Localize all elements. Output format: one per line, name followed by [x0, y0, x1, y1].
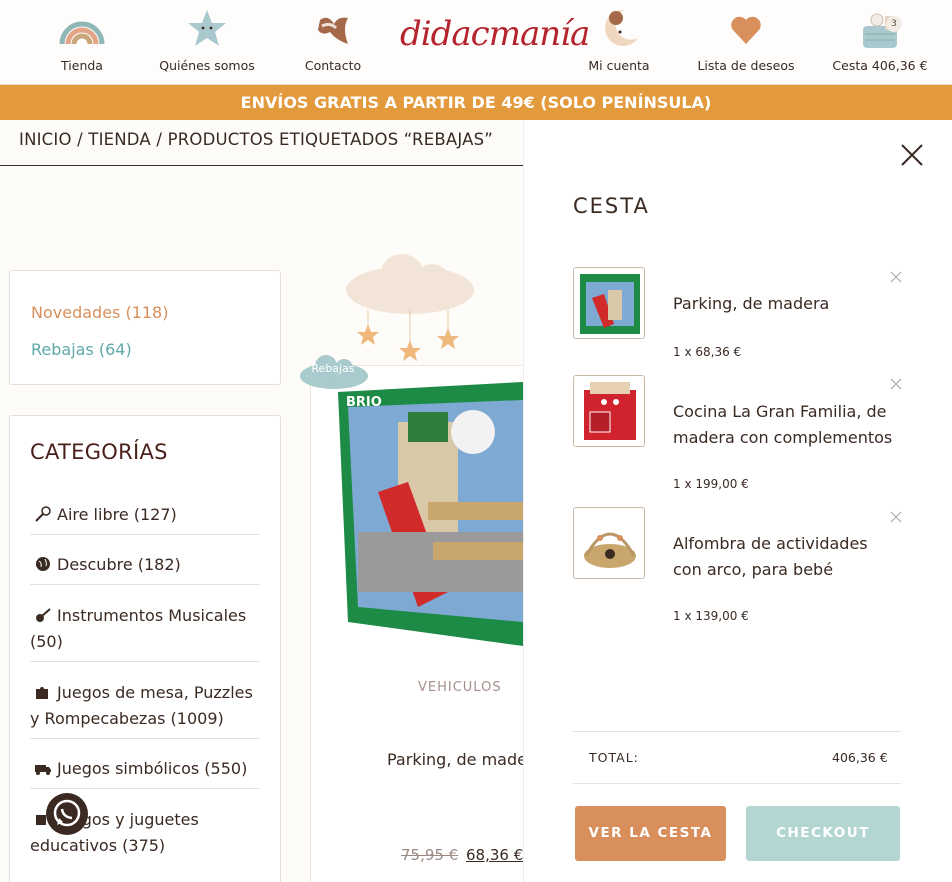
- remove-item-icon[interactable]: [889, 377, 903, 391]
- cart-drawer: [523, 120, 952, 882]
- nav-cesta[interactable]: Cesta 406,36 €: [825, 6, 935, 73]
- category-label: Juegos simbólicos (550): [57, 759, 248, 778]
- cart-item-name[interactable]: Parking, de madera: [673, 291, 893, 317]
- sale-badge-label: Rebajas: [311, 362, 355, 375]
- total-divider-top: [573, 731, 901, 732]
- category-label: Descubre (182): [57, 555, 181, 574]
- moon-icon: [605, 9, 638, 46]
- nav-lista-deseos[interactable]: Lista de deseos: [691, 6, 801, 73]
- heart-icon: [731, 16, 761, 44]
- product-thumbnail: [584, 382, 636, 440]
- globe-icon: [36, 557, 50, 571]
- cart-item-name[interactable]: Cocina La Gran Familia, de madera con co…: [673, 399, 893, 451]
- remove-item-icon[interactable]: [889, 510, 903, 524]
- breadcrumb[interactable]: INICIO / TIENDA / PRODUCTOS ETIQUETADOS …: [19, 130, 493, 149]
- cart-item-name[interactable]: Alfombra de actividades con arco, para b…: [673, 531, 893, 583]
- category-juegos-simbolicos[interactable]: Juegos simbólicos (550): [30, 756, 260, 789]
- product-name[interactable]: Parking, de madera: [387, 750, 523, 769]
- nav-contacto[interactable]: Contacto: [278, 6, 388, 73]
- breadcrumb-divider: [0, 165, 523, 166]
- remove-item-icon[interactable]: [889, 270, 903, 284]
- nav-quienes-somos[interactable]: Quiénes somos: [152, 6, 262, 73]
- product-old-price: 75,95 €: [401, 846, 459, 864]
- cart-item-qty: 1 x 139,00 €: [673, 609, 749, 623]
- cart-title: CESTA: [573, 194, 650, 218]
- nav-contacto-label: Contacto: [304, 58, 362, 73]
- nav-cuenta-label: Mi cuenta: [588, 58, 650, 73]
- whatsapp-icon: [53, 799, 81, 827]
- site-logo[interactable]: didacmanía: [400, 14, 590, 64]
- cart-item-thumb[interactable]: [573, 507, 645, 579]
- nav-tienda[interactable]: Tienda: [27, 6, 137, 73]
- tag-rebajas[interactable]: Rebajas (64): [31, 340, 132, 359]
- truck-icon: [35, 765, 51, 775]
- product-image[interactable]: BRIO: [338, 382, 523, 646]
- cloud-stars-decoration: [346, 254, 474, 361]
- product-category[interactable]: VEHICULOS: [418, 680, 502, 695]
- close-icon[interactable]: [898, 141, 926, 169]
- cart-item-qty: 1 x 199,00 €: [673, 477, 749, 491]
- category-label: Aire libre (127): [57, 505, 177, 524]
- star-icon: [188, 10, 226, 46]
- checkout-button[interactable]: CHECKOUT: [746, 806, 900, 861]
- product-thumbnail: [584, 532, 636, 568]
- category-label: Juegos de mesa, Puzzles y Rompecabezas (…: [30, 683, 253, 728]
- cart-item-thumb[interactable]: [573, 375, 645, 447]
- cart-item-thumb[interactable]: [573, 267, 645, 339]
- guitar-icon: [36, 608, 51, 622]
- view-cart-button[interactable]: VER LA CESTA: [575, 806, 726, 861]
- total-label: TOTAL:: [589, 750, 639, 765]
- category-instrumentos[interactable]: Instrumentos Musicales (50): [30, 603, 260, 662]
- product-price: 68,36 €: [466, 846, 524, 864]
- svg-text:BRIO: BRIO: [346, 395, 382, 410]
- total-value: 406,36 €: [832, 750, 888, 765]
- whatsapp-button[interactable]: [46, 793, 88, 835]
- badminton-icon: [35, 506, 51, 522]
- nav-deseos-label: Lista de deseos: [697, 58, 795, 73]
- nav-mi-cuenta[interactable]: Mi cuenta: [564, 6, 674, 73]
- categories-title: CATEGORÍAS: [30, 440, 168, 464]
- nav-quienes-label: Quiénes somos: [159, 58, 255, 73]
- tag-novedades[interactable]: Novedades (118): [31, 303, 168, 322]
- rainbow-icon: [59, 21, 105, 45]
- category-juegos-mesa[interactable]: Juegos de mesa, Puzzles y Rompecabezas (…: [30, 680, 260, 739]
- category-descubre[interactable]: Descubre (182): [30, 552, 260, 585]
- cart-item-qty: 1 x 68,36 €: [673, 345, 742, 359]
- bird-icon: [318, 17, 348, 44]
- cart-count-badge: 3: [886, 16, 902, 32]
- total-divider-bottom: [573, 783, 901, 784]
- category-aire-libre[interactable]: Aire libre (127): [30, 502, 260, 535]
- promo-banner: ENVÍOS GRATIS A PARTIR DE 49€ (SOLO PENÍ…: [0, 85, 952, 120]
- category-label: Instrumentos Musicales (50): [30, 606, 247, 651]
- tag-filter-box: Novedades (118) Rebajas (64): [9, 270, 281, 385]
- site-header: Tienda Quiénes somos Contacto didacmanía…: [0, 0, 952, 85]
- nav-cesta-label: Cesta 406,36 €: [832, 58, 928, 73]
- nav-tienda-label: Tienda: [61, 58, 103, 73]
- product-thumbnail: [580, 274, 640, 334]
- puzzle-icon: [36, 687, 48, 699]
